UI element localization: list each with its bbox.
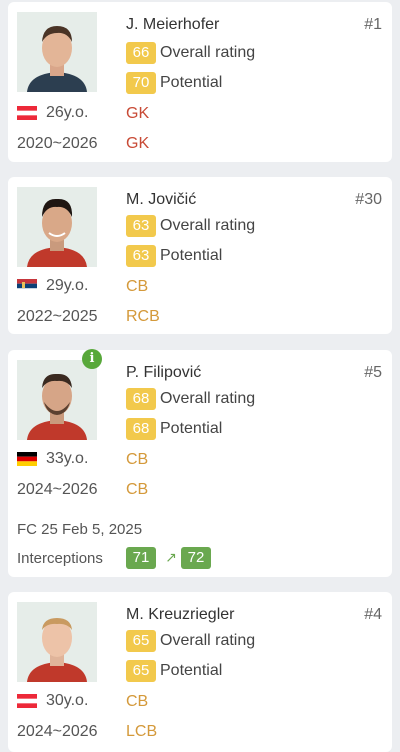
player-card[interactable]: M. Jovičić #30 63 Overall rating 63 Pote… bbox=[8, 177, 392, 334]
overall-rating-row: 66 Overall rating bbox=[126, 42, 255, 64]
nationality-age: 26y.o. bbox=[17, 103, 88, 123]
stat-name: Interceptions bbox=[17, 550, 103, 567]
player-position: CB bbox=[126, 693, 149, 710]
potential-label: Potential bbox=[160, 74, 223, 91]
player-age: 30y.o. bbox=[46, 692, 89, 709]
player-position: CB bbox=[126, 278, 149, 295]
player-role: CB bbox=[126, 481, 149, 498]
player-name: M. Kreuzriegler bbox=[126, 606, 235, 623]
nationality-age: 30y.o. bbox=[17, 691, 88, 711]
potential-badge: 68 bbox=[126, 418, 156, 440]
player-role: RCB bbox=[126, 308, 160, 325]
potential-badge: 65 bbox=[126, 660, 156, 682]
contract-period: 2024~2026 bbox=[17, 723, 98, 740]
overall-rating-badge: 63 bbox=[126, 215, 156, 237]
player-number: #30 bbox=[355, 191, 382, 208]
player-name: M. Jovičić bbox=[126, 191, 197, 208]
player-number: #5 bbox=[364, 364, 382, 381]
nationality-age: 33y.o. bbox=[17, 449, 88, 469]
attribute-update-date: FC 25 Feb 5, 2025 bbox=[17, 521, 143, 538]
player-name: P. Filipović bbox=[126, 364, 202, 381]
overall-rating-label: Overall rating bbox=[160, 390, 256, 407]
contract-period: 2020~2026 bbox=[17, 135, 98, 152]
player-number: #1 bbox=[364, 16, 382, 33]
player-age: 26y.o. bbox=[46, 104, 89, 121]
player-role: GK bbox=[126, 135, 150, 152]
player-card[interactable]: i P. Filipović #5 68 Overall rating 68 P… bbox=[8, 349, 392, 577]
potential-row: 68 Potential bbox=[126, 418, 222, 440]
player-number: #4 bbox=[364, 606, 382, 623]
overall-rating-row: 68 Overall rating bbox=[126, 388, 255, 410]
serbia-flag-icon bbox=[17, 279, 37, 293]
nationality-age: 29y.o. bbox=[17, 276, 88, 296]
player-photo bbox=[17, 602, 97, 682]
potential-label: Potential bbox=[160, 247, 223, 264]
austria-flag-icon bbox=[17, 106, 37, 120]
potential-label: Potential bbox=[160, 420, 223, 437]
stat-new-value: 72 bbox=[181, 547, 211, 569]
overall-rating-badge: 66 bbox=[126, 42, 156, 64]
overall-rating-label: Overall rating bbox=[160, 217, 256, 234]
potential-label: Potential bbox=[160, 662, 223, 679]
overall-rating-badge: 65 bbox=[126, 630, 156, 652]
potential-row: 70 Potential bbox=[126, 72, 222, 94]
player-photo bbox=[17, 12, 97, 92]
potential-badge: 70 bbox=[126, 72, 156, 94]
overall-rating-label: Overall rating bbox=[160, 632, 256, 649]
austria-flag-icon bbox=[17, 694, 37, 708]
player-card[interactable]: M. Kreuzriegler #4 65 Overall rating 65 … bbox=[8, 592, 392, 752]
player-age: 33y.o. bbox=[46, 450, 89, 467]
info-icon[interactable]: i bbox=[82, 349, 102, 369]
overall-rating-row: 63 Overall rating bbox=[126, 215, 255, 237]
player-age: 29y.o. bbox=[46, 277, 89, 294]
overall-rating-row: 65 Overall rating bbox=[126, 630, 255, 652]
overall-rating-badge: 68 bbox=[126, 388, 156, 410]
player-role: LCB bbox=[126, 723, 158, 740]
player-photo bbox=[17, 360, 97, 440]
arrow-up-right-icon: ↗ bbox=[165, 549, 177, 565]
germany-flag-icon bbox=[17, 452, 37, 466]
player-card[interactable]: J. Meierhofer #1 66 Overall rating 70 Po… bbox=[8, 2, 392, 162]
potential-row: 63 Potential bbox=[126, 245, 222, 267]
contract-period: 2022~2025 bbox=[17, 308, 98, 325]
overall-rating-label: Overall rating bbox=[160, 44, 256, 61]
player-position: CB bbox=[126, 451, 149, 468]
contract-period: 2024~2026 bbox=[17, 481, 98, 498]
player-position: GK bbox=[126, 105, 150, 122]
player-name: J. Meierhofer bbox=[126, 16, 220, 33]
potential-row: 65 Potential bbox=[126, 660, 222, 682]
player-photo bbox=[17, 187, 97, 267]
stat-old-value: 71 bbox=[126, 547, 156, 569]
potential-badge: 63 bbox=[126, 245, 156, 267]
